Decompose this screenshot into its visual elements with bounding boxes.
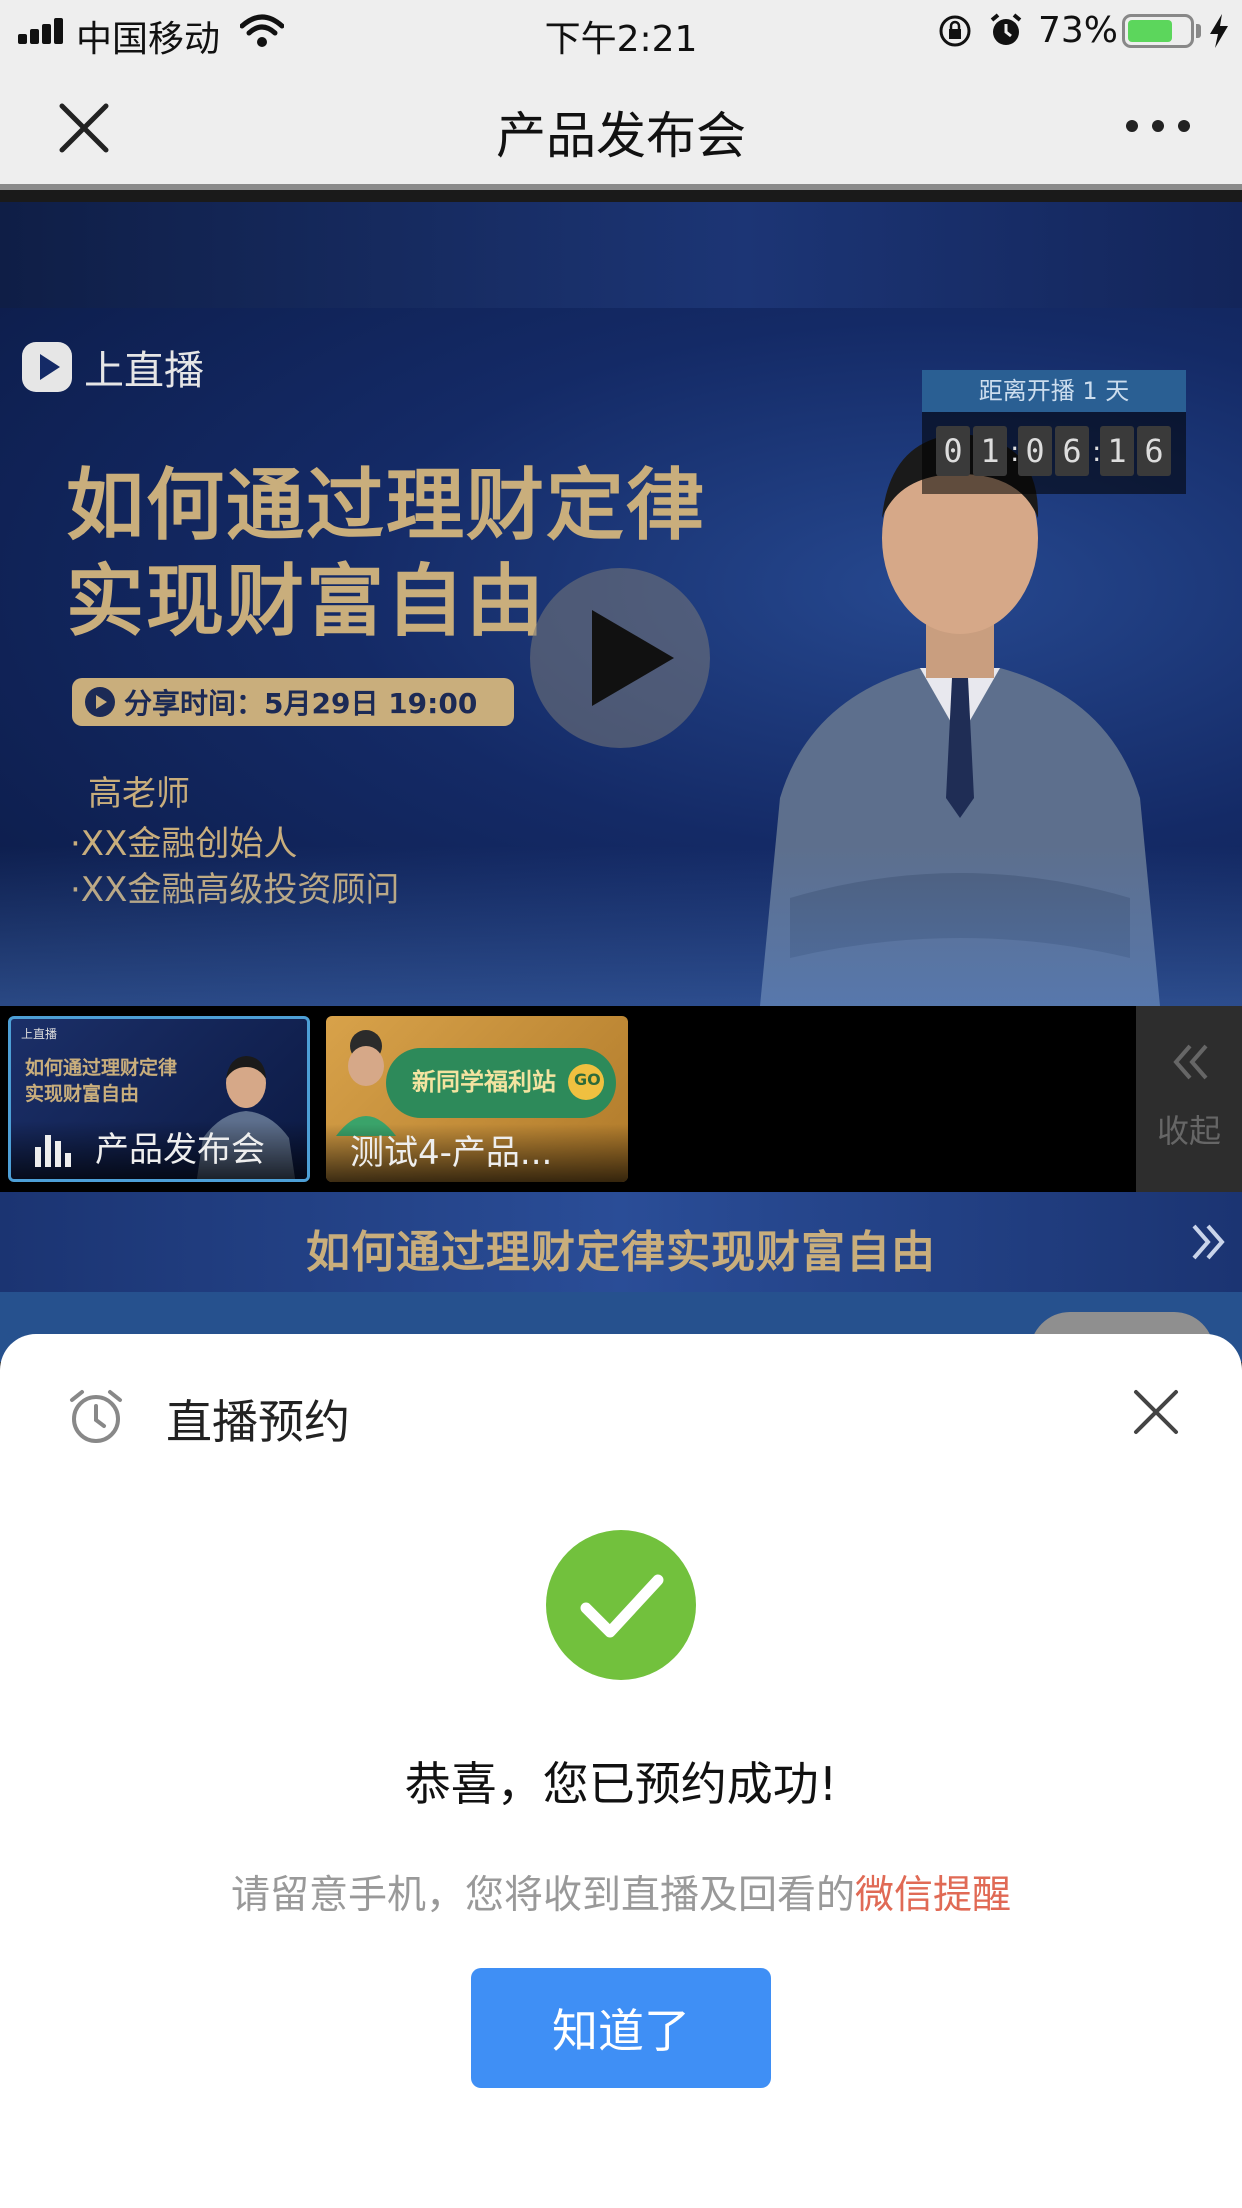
- share-time: 分享时间：5月29日 19:00: [124, 687, 478, 720]
- play-button[interactable]: [530, 568, 710, 748]
- close-icon[interactable]: [1130, 1386, 1182, 1438]
- reminder-text: 请留意手机，您将收到直播及回看的微信提醒: [0, 1864, 1242, 1920]
- status-bar: 中国移动 下午2:21 73%: [0, 0, 1242, 62]
- teacher-title-1: ·XX金融创始人: [70, 824, 298, 864]
- rotation-lock-icon: [939, 15, 971, 47]
- play-icon: [592, 610, 674, 706]
- playlist-item-title: 产品发布会: [95, 1130, 265, 1170]
- alarm-icon: [990, 13, 1022, 45]
- charging-icon: [1210, 14, 1228, 48]
- countdown-digit: 0: [936, 426, 970, 476]
- collapse-label: 收起: [1156, 1112, 1221, 1150]
- video-top-strip: [0, 202, 1242, 308]
- teacher-title-2: ·XX金融高级投资顾问: [70, 870, 400, 910]
- success-icon: [546, 1530, 696, 1680]
- reminder-prefix: 请留意手机，您将收到直播及回看的: [230, 1873, 855, 1918]
- alarm-clock-icon: [70, 1390, 122, 1443]
- countdown-digit: 1: [1100, 426, 1134, 476]
- countdown-digit: 1: [973, 426, 1007, 476]
- countdown-label: 距离开播 1 天: [922, 370, 1186, 412]
- share-time-pill: 分享时间：5月29日 19:00: [72, 678, 514, 726]
- thumbnail-headline: 如何通过理财定律 实现财富自由: [25, 1057, 178, 1105]
- brand-name: 上直播: [84, 348, 204, 394]
- countdown-digit: 6: [1137, 426, 1171, 476]
- wechat-reminder-link[interactable]: 微信提醒: [855, 1873, 1011, 1918]
- video-player[interactable]: 上直播 如何通过理财定律 实现财富自由 分享时间：5月29日 19:00 高老师…: [0, 308, 1242, 1006]
- nav-bar: 产品发布会: [0, 62, 1242, 190]
- more-icon[interactable]: [1126, 116, 1190, 136]
- playlist-item-title: 测试4-产品...: [350, 1133, 553, 1173]
- now-playing-icon: [35, 1135, 71, 1167]
- modal-title: 直播预约: [166, 1395, 350, 1449]
- collapse-button[interactable]: 收起: [1136, 1006, 1242, 1192]
- playlist-item-product-launch[interactable]: 上直播 如何通过理财定律 实现财富自由 产品发布会: [8, 1016, 310, 1182]
- battery-percent: 73%: [1038, 10, 1119, 51]
- chevron-double-left-icon: [1173, 1044, 1208, 1080]
- battery-icon: [1122, 14, 1194, 48]
- thumbnail-headline: 新同学福利站: [412, 1068, 556, 1096]
- teacher-name: 高老师: [88, 774, 190, 814]
- countdown-digit: 0: [1018, 426, 1052, 476]
- countdown-digits: 0 1 : 0 6 : 1 6: [936, 426, 1174, 476]
- session-title-banner[interactable]: 如何通过理财定律实现财富自由: [0, 1192, 1242, 1292]
- success-message: 恭喜，您已预约成功!: [404, 1757, 838, 1811]
- thumbnail-brand: 上直播: [21, 1027, 58, 1041]
- page-title: 产品发布会: [496, 107, 746, 165]
- brand-logo-icon: [22, 342, 72, 392]
- play-circle-icon: [85, 687, 115, 717]
- countdown-digit: 6: [1055, 426, 1089, 476]
- playlist-item-test4[interactable]: 新同学福利站 GO 测试4-产品...: [326, 1016, 628, 1182]
- brand: 上直播: [20, 338, 204, 396]
- got-it-button[interactable]: 知道了: [471, 1968, 771, 2088]
- headline-line-1: 如何通过理财定律: [66, 461, 707, 551]
- session-title: 如何通过理财定律实现财富自由: [306, 1227, 936, 1278]
- countdown: 距离开播 1 天 0 1 : 0 6 : 1 6: [922, 370, 1186, 494]
- playlist: 上直播 如何通过理财定律 实现财富自由 产品发布会 新同学福利站 GO 测试4-…: [0, 1006, 1242, 1192]
- thumbnail-badge: GO: [574, 1070, 601, 1089]
- reservation-modal: 直播预约 恭喜，您已预约成功! 请留意手机，您将收到直播及回看的微信提醒 知道了: [0, 1334, 1242, 2208]
- chevron-double-right-icon[interactable]: [1188, 1222, 1228, 1262]
